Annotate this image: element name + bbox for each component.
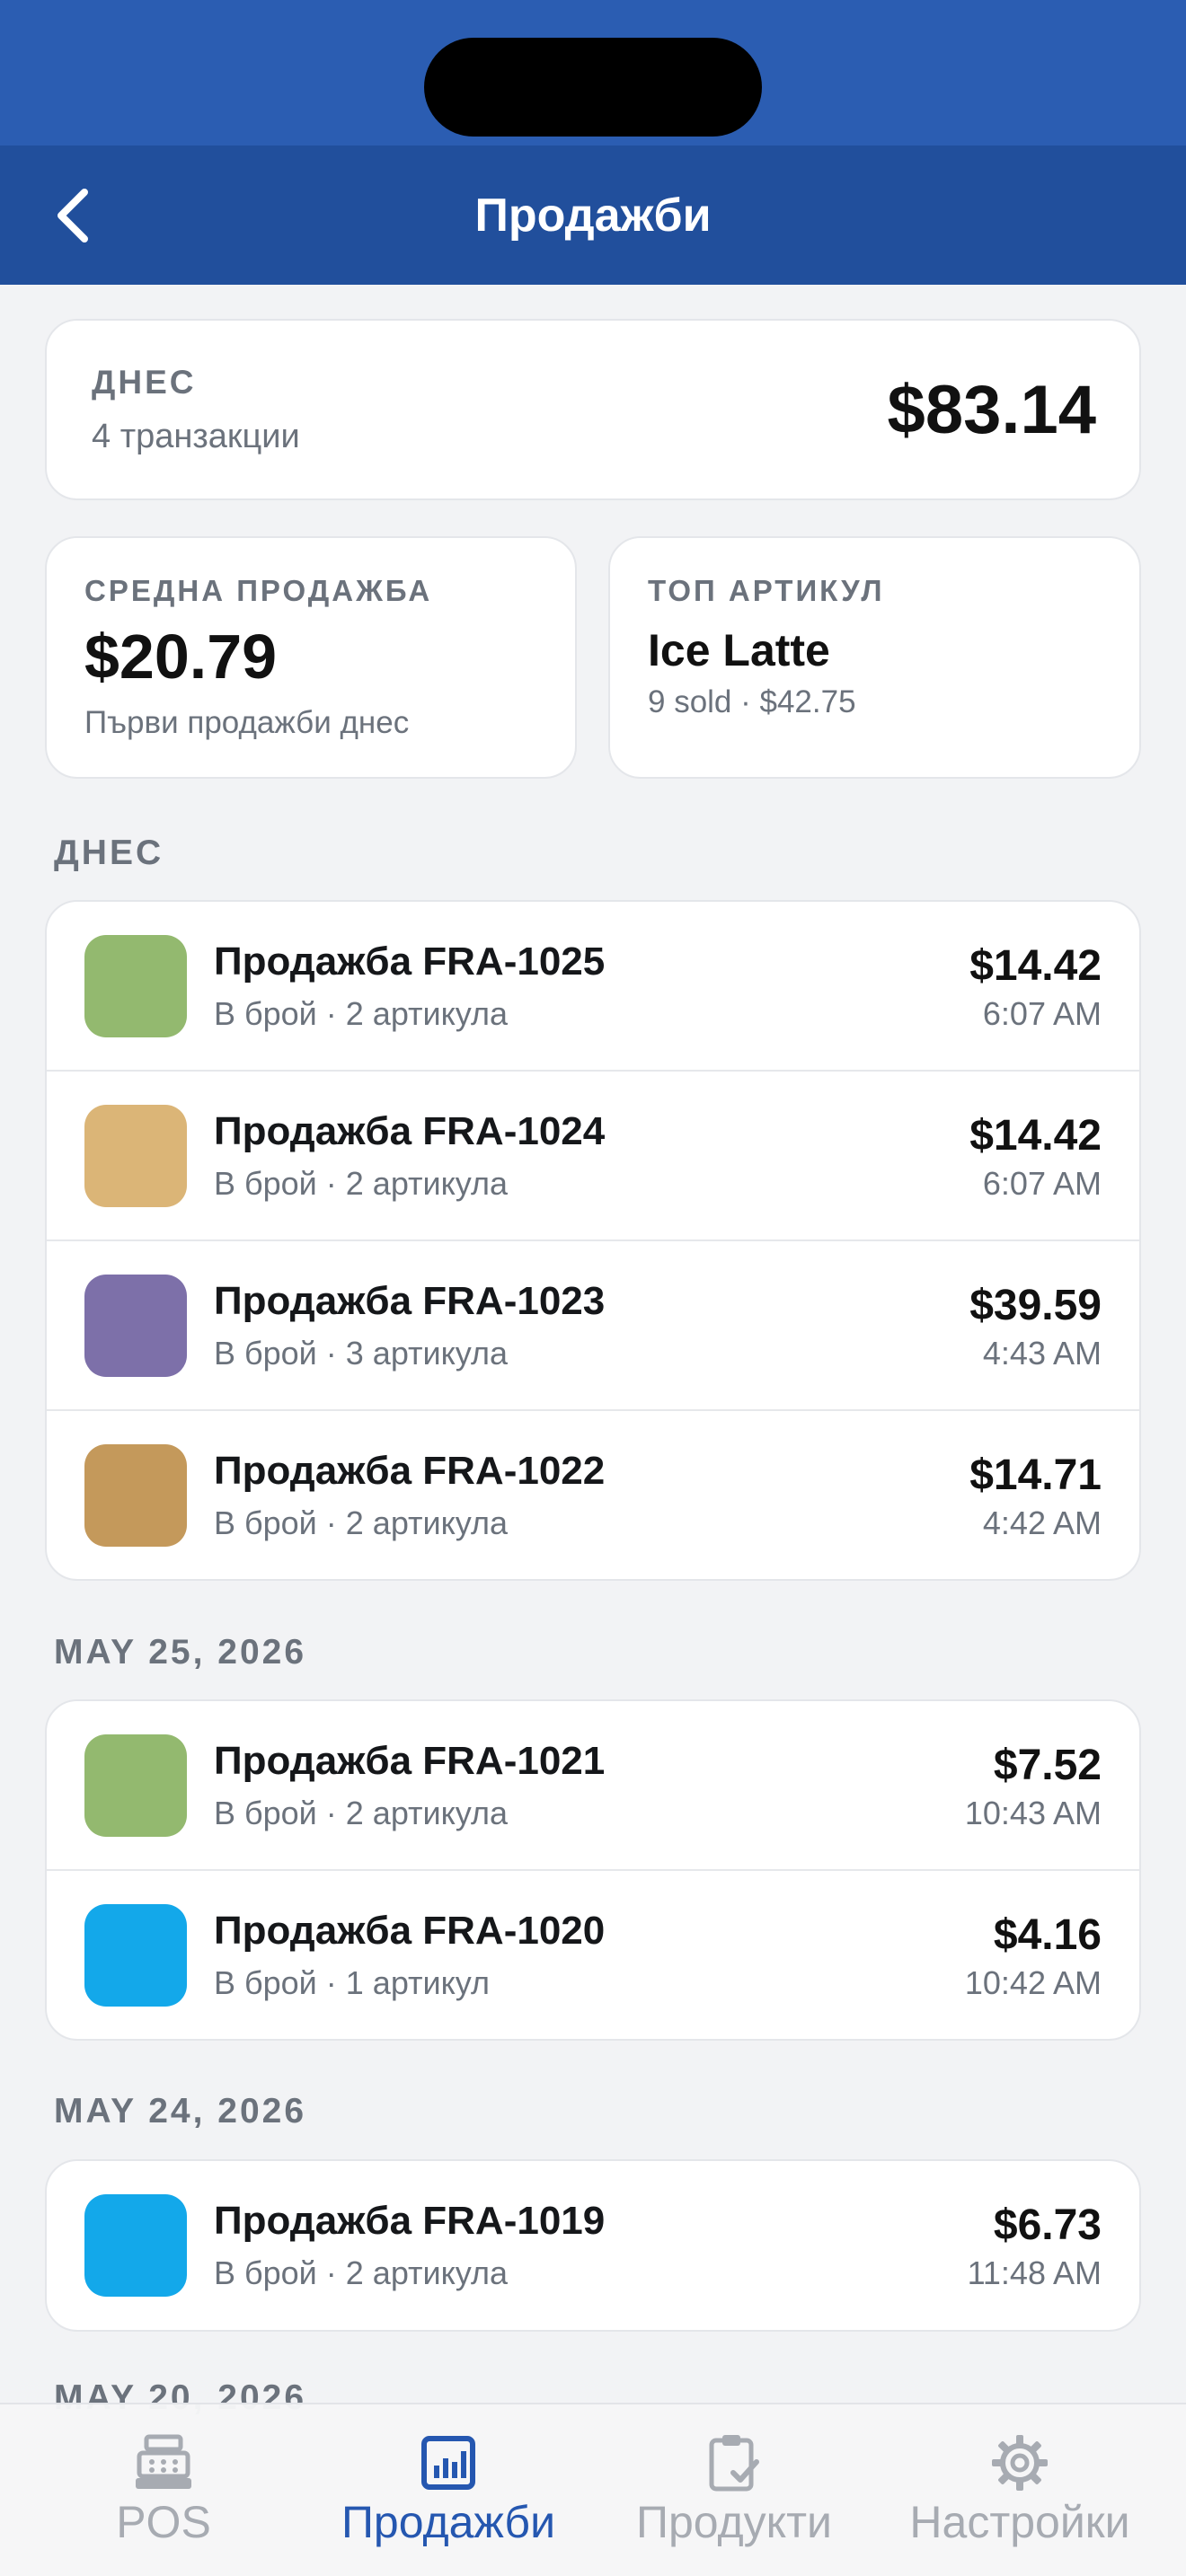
sale-details: В брой · 2 артикула [214,1504,509,1541]
sale-row[interactable]: Продажба FRA-1024 В брой · 2 артикула $1… [47,1072,1139,1241]
sale-details: В брой · 2 артикула [214,1165,509,1202]
top-item-card: ТОП АРТИКУЛ Ice Latte 9 sold · $42.75 [608,536,1141,779]
average-sale-label: СРЕДНА ПРОДАЖБА [84,574,433,607]
section-header-date: MAY 24, 2026 [54,2092,307,2130]
sale-time: 10:42 AM [964,1964,1102,2001]
tab-settings[interactable]: Настройки [872,2404,1168,2576]
sale-amount: $6.73 [993,2201,1102,2249]
page-title: Продажби [474,189,712,242]
tab-products[interactable]: Продукти [586,2404,882,2576]
product-swatch [84,1275,187,1377]
today-summary-card: ДНЕС 4 транзакции $83.14 [45,319,1141,500]
tab-pos[interactable]: POS [15,2404,312,2576]
product-swatch [84,1444,187,1547]
sale-title: Продажба FRA-1022 [214,1449,606,1493]
top-item-label: ТОП АРТИКУЛ [648,574,885,607]
sale-row[interactable]: Продажба FRA-1023 В брой · 3 артикула $3… [47,1241,1139,1411]
transaction-count: 4 транзакции [92,418,300,455]
sale-time: 6:07 AM [982,1165,1102,1202]
sale-details: В брой · 2 артикула [214,995,509,1032]
today-total: $83.14 [887,372,1096,448]
sale-amount: $4.16 [993,1911,1102,1959]
tab-sales[interactable]: Продажби [300,2404,597,2576]
tab-pos-label: POS [116,2497,211,2547]
top-item-name: Ice Latte [648,625,830,675]
sale-amount: $39.59 [969,1282,1102,1329]
sale-time: 4:42 AM [982,1504,1102,1541]
section-header-date: MAY 25, 2026 [54,1633,307,1672]
average-sale-sub: Първи продажби днес [84,705,410,740]
status-bar [0,0,1186,146]
sale-details: В брой · 1 артикул [214,1964,491,2001]
sale-time: 11:48 AM [967,2254,1102,2291]
sale-title: Продажба FRA-1023 [214,1279,606,1323]
clipboard-check-icon [709,2435,759,2492]
product-swatch [84,1734,187,1837]
sale-details: В брой · 2 артикула [214,1795,509,1831]
top-item-sub: 9 sold · $42.75 [648,684,856,719]
sale-row[interactable]: Продажба FRA-1020 В брой · 1 артикул $4.… [47,1871,1139,2039]
sale-title: Продажба FRA-1019 [214,2199,606,2243]
product-swatch [84,1105,187,1207]
sale-details: В брой · 2 артикула [214,2254,509,2291]
sale-title: Продажба FRA-1025 [214,940,606,984]
chevron-left-icon [58,189,88,243]
product-swatch [84,935,187,1037]
sale-title: Продажба FRA-1021 [214,1739,606,1783]
sales-list-may-25: Продажба FRA-1021 В брой · 2 артикула $7… [45,1699,1141,2041]
sales-list-may-24: Продажба FRA-1019 В брой · 2 артикула $6… [45,2159,1141,2332]
register-icon [136,2434,191,2489]
tab-settings-label: Настройки [909,2497,1130,2547]
product-swatch [84,1904,187,2007]
sale-amount: $14.42 [969,942,1102,990]
tab-bar: POS Продажби Продукти Настройки [0,2403,1186,2576]
sale-time: 10:43 AM [964,1795,1102,1831]
today-label: ДНЕС [92,364,197,401]
sale-amount: $14.42 [969,1112,1102,1160]
sale-details: В брой · 3 артикула [214,1335,509,1372]
back-button[interactable] [36,180,108,251]
sale-title: Продажба FRA-1024 [214,1109,606,1153]
dynamic-island [424,38,762,137]
sales-list-today: Продажба FRA-1025 В брой · 2 артикула $1… [45,900,1141,1581]
average-sale-card: СРЕДНА ПРОДАЖБА $20.79 Първи продажби дн… [45,536,577,779]
gear-icon [992,2435,1048,2491]
product-swatch [84,2194,187,2297]
sale-amount: $7.52 [993,1742,1102,1789]
section-header-today: ДНЕС [54,834,164,872]
nav-bar: Продажби [0,146,1186,285]
sale-time: 4:43 AM [982,1335,1102,1372]
chart-icon [421,2436,475,2490]
average-sale-value: $20.79 [84,622,278,692]
tab-products-label: Продукти [636,2497,832,2547]
sale-row[interactable]: Продажба FRA-1025 В брой · 2 артикула $1… [47,902,1139,1072]
sale-amount: $14.71 [969,1451,1102,1499]
tab-sales-label: Продажби [341,2497,555,2547]
sale-row[interactable]: Продажба FRA-1021 В брой · 2 артикула $7… [47,1701,1139,1871]
sale-row[interactable]: Продажба FRA-1022 В брой · 2 артикула $1… [47,1411,1139,1579]
sale-time: 6:07 AM [982,995,1102,1032]
sale-row[interactable]: Продажба FRA-1019 В брой · 2 артикула $6… [47,2161,1139,2330]
sale-title: Продажба FRA-1020 [214,1909,606,1953]
